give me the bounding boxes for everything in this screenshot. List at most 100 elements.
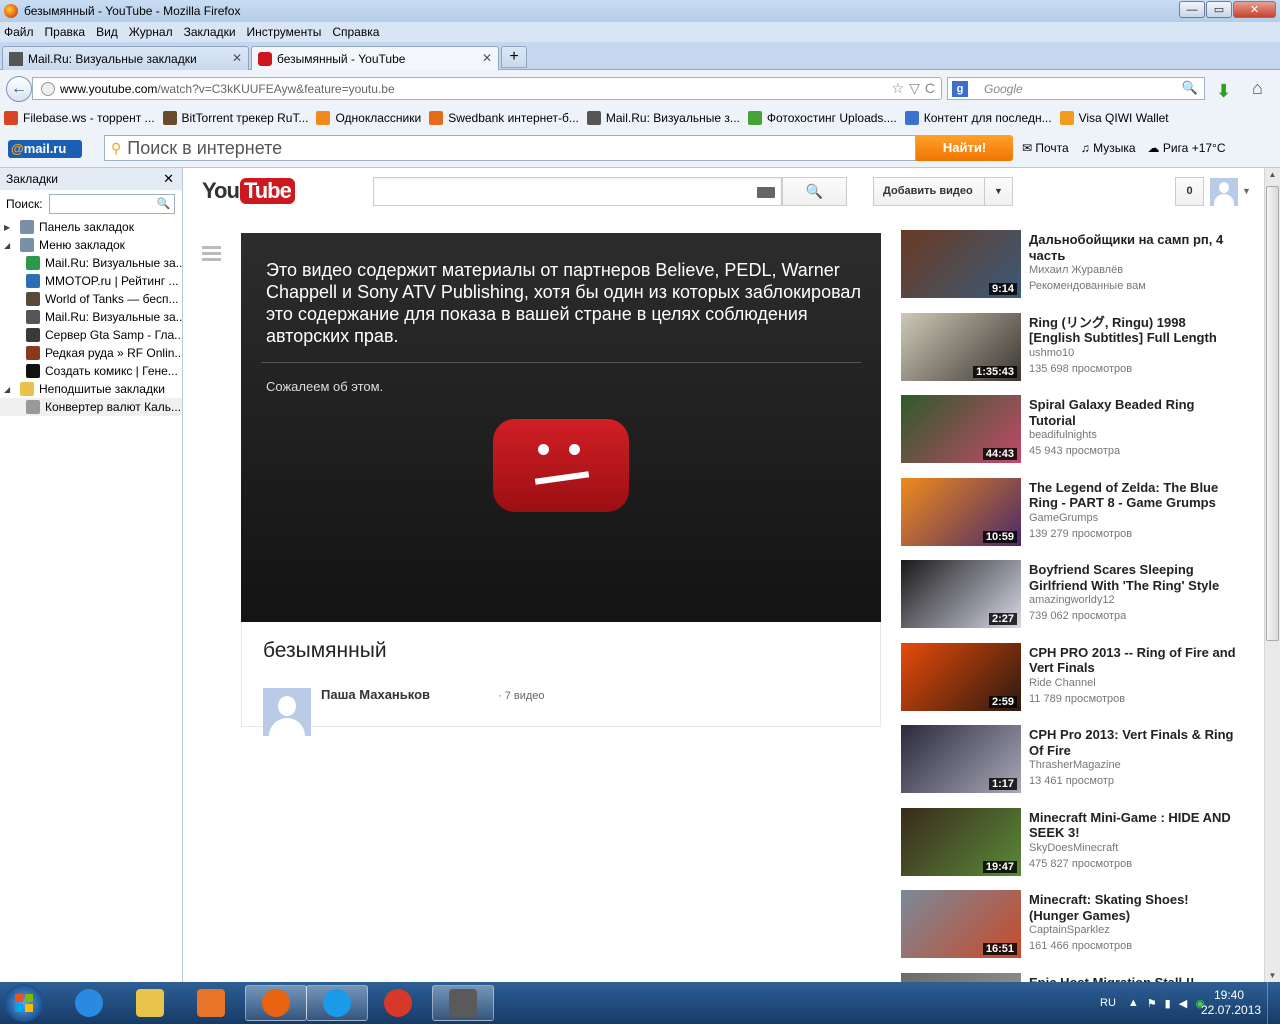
taskbar-app-ie[interactable] [58,985,120,1021]
scroll-up-icon[interactable]: ▲ [1265,170,1280,179]
menu-file[interactable]: Файл [4,25,34,39]
bookmark-item[interactable]: Одноклассники [316,111,421,125]
menu-help[interactable]: Справка [332,25,379,39]
maximize-button[interactable]: ▭ [1206,1,1232,18]
upload-button[interactable]: Добавить видео [873,177,985,206]
search-icon[interactable]: 🔍 [1182,80,1198,96]
chevron-down-icon[interactable]: ▼ [1242,186,1251,196]
bookmark-item[interactable]: Контент для последн... [904,111,1052,125]
bookmark-item[interactable]: Фотохостинг Uploads.... [747,111,897,125]
close-button[interactable]: ✕ [1233,1,1276,18]
mailru-logo[interactable]: @mail.ru [8,140,82,158]
channel-name[interactable]: Паша Маханьков [321,687,430,702]
related-video-item[interactable]: 19:47 Minecraft Mini-Game : HIDE AND SEEK… [900,807,1244,891]
bookmark-entry[interactable]: Создать комикс | Гене... [0,362,182,380]
scrollbar-thumb[interactable] [1266,186,1279,641]
related-video-title[interactable]: CPH Pro 2013: Vert Finals & Ring Of Fire [1029,727,1239,758]
video-thumbnail[interactable]: 10:59 [901,477,1021,546]
show-desktop-button[interactable] [1267,982,1280,1024]
bookmark-entry[interactable]: Конвертер валют Каль... [0,398,182,416]
bookmark-item[interactable]: Mail.Ru: Визуальные з... [586,111,740,125]
dropdown-icon[interactable]: ▽ [909,80,920,97]
download-icon[interactable]: ⬇ [1216,81,1231,102]
video-player[interactable]: Это видео содержит материалы от партнеро… [241,233,881,622]
sidebar-search-input[interactable]: 🔍 [48,194,175,214]
upload-dropdown-button[interactable]: ▼ [985,177,1013,206]
bookmark-folder[interactable]: ◢ Неподшитые закладки [0,380,182,398]
video-thumbnail[interactable]: 2:27 [901,560,1021,628]
start-button[interactable] [4,984,44,1022]
back-button[interactable]: ← [6,76,32,102]
related-video-title[interactable]: CPH PRO 2013 -- Ring of Fire and Vert Fi… [1029,645,1239,676]
related-video-title[interactable]: Spiral Galaxy Beaded Ring Tutorial [1029,397,1239,428]
mail-link[interactable]: ✉ Почта [1022,141,1069,155]
guide-menu-icon[interactable] [202,246,221,264]
keyboard-icon[interactable] [757,187,775,198]
bookmark-entry[interactable]: MMOTOP.ru | Рейтинг ... [0,272,182,290]
clock[interactable]: 19:40 22.07.2013 [1201,988,1261,1018]
related-video-item[interactable]: 10:59 The Legend of Zelda: The Blue Ring … [900,477,1244,561]
tray-expand-icon[interactable]: ▲ [1128,997,1139,1009]
youtube-search-button[interactable]: 🔍 [782,177,847,206]
flag-icon[interactable]: ⚑ [1147,997,1157,1010]
bookmark-item[interactable]: BitTorrent трекер RuT... [162,111,308,125]
video-thumbnail[interactable]: 2:59 [901,642,1021,711]
related-video-title[interactable]: Minecraft Mini-Game : HIDE AND SEEK 3! [1029,810,1239,841]
related-video-item[interactable]: Epic Host Migration Stall !! [900,972,1244,983]
taskbar-app-skype[interactable] [306,985,368,1021]
page-scrollbar[interactable]: ▲ ▼ [1264,168,1280,982]
related-video-item[interactable]: 9:14 Дальнобойщики на самп рп, 4 часть Мих… [900,230,1244,313]
related-video-item[interactable]: 2:59 CPH PRO 2013 -- Ring of Fire and Ver… [900,642,1244,726]
menu-history[interactable]: Журнал [129,25,173,39]
tab-youtube[interactable]: безымянный - YouTube ✕ [251,46,499,71]
volume-icon[interactable]: ◀ [1179,997,1187,1010]
bookmark-folder[interactable]: ◢ Меню закладок [0,236,182,254]
tab-mailru[interactable]: Mail.Ru: Визуальные закладки ✕ [2,46,249,70]
related-video-item[interactable]: 44:43 Spiral Galaxy Beaded Ring Tutorial b… [900,395,1244,478]
taskbar-app-media-player[interactable] [180,985,242,1021]
bookmark-entry[interactable]: Mail.Ru: Визуальные за... [0,254,182,272]
bookmark-entry[interactable]: Редкая руда » RF Onlin... [0,344,182,362]
home-icon[interactable]: ⌂ [1252,78,1263,99]
related-video-title[interactable]: Boyfriend Scares Sleeping Girlfriend Wit… [1029,562,1239,593]
related-video-title[interactable]: Minecraft: Skating Shoes! (Hunger Games) [1029,892,1239,923]
related-video-item[interactable]: 1:35:43 Ring (リング, Ringu) 1998 [English S… [900,312,1244,396]
sidebar-close-icon[interactable]: ✕ [163,171,174,187]
folder-toggle-icon[interactable]: ▶ [4,223,14,232]
menu-view[interactable]: Вид [96,25,118,39]
video-thumbnail[interactable]: 1:17 [901,725,1021,793]
notifications-button[interactable]: 0 [1175,177,1204,206]
tab-close-icon[interactable]: ✕ [482,51,492,65]
menu-tools[interactable]: Инструменты [247,25,322,39]
url-bar[interactable]: www.youtube.com/watch?v=C3kKUUFEAyw&feat… [32,77,942,100]
user-avatar[interactable] [1210,178,1238,206]
new-tab-button[interactable]: + [501,46,527,68]
video-count[interactable]: · 7 видео [498,690,545,702]
google-icon[interactable]: g [952,80,968,97]
language-indicator[interactable]: RU [1100,997,1116,1009]
video-thumbnail[interactable]: 1:35:43 [901,312,1021,381]
bookmark-entry[interactable]: Mail.Ru: Визуальные за... [0,308,182,326]
related-video-title[interactable]: Epic Host Migration Stall !! [1029,975,1239,983]
related-video-item[interactable]: 2:27 Boyfriend Scares Sleeping Girlfriend… [900,560,1244,643]
music-link[interactable]: ♫ Музыка [1081,141,1136,155]
taskbar-app-explorer[interactable] [119,985,181,1021]
tab-close-icon[interactable]: ✕ [232,51,242,65]
network-icon[interactable]: ▮ [1165,997,1171,1010]
taskbar-app-firefox[interactable] [245,985,307,1021]
bookmark-item[interactable]: Filebase.ws - торрент ... [4,111,155,125]
related-video-item[interactable]: 16:51 Minecraft: Skating Shoes! (Hunger G… [900,890,1244,973]
video-thumbnail[interactable]: 44:43 [901,395,1021,463]
find-button[interactable]: Найти! [916,135,1013,161]
scroll-down-icon[interactable]: ▼ [1265,971,1280,980]
video-thumbnail[interactable]: 16:51 [901,890,1021,958]
bookmark-entry[interactable]: Сервер Gta Samp - Гла... [0,326,182,344]
reload-icon[interactable]: C [925,80,935,97]
video-thumbnail[interactable]: 9:14 [901,230,1021,298]
menu-edit[interactable]: Правка [45,25,86,39]
bookmark-item[interactable]: Visa QIWI Wallet [1059,111,1169,125]
video-thumbnail[interactable] [901,972,1021,982]
channel-avatar[interactable] [263,688,311,736]
weather-link[interactable]: ☁ Рига +17°C [1148,141,1226,155]
search-bar[interactable]: g Google 🔍 [947,77,1205,100]
